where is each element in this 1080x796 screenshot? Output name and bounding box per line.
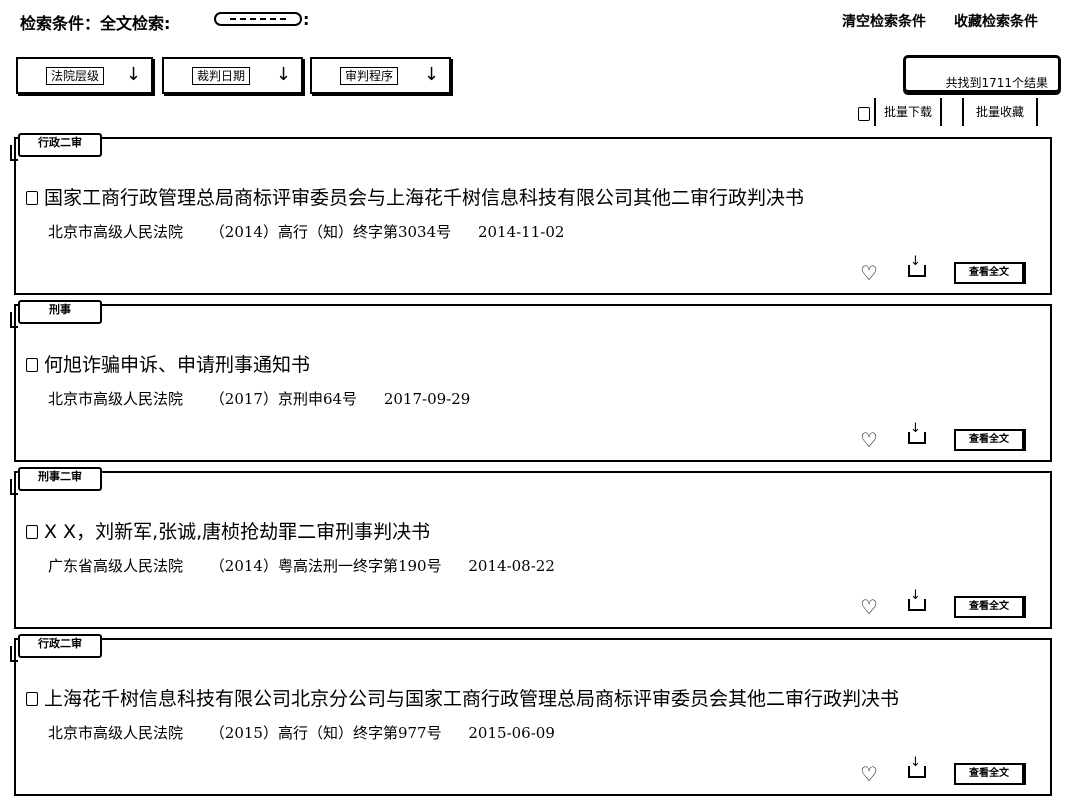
tag-tail <box>10 479 18 495</box>
case-number: （2015）高行（知）终字第977号 <box>209 724 442 742</box>
tag-tail <box>10 145 18 161</box>
judgment-date: 2014-08-22 <box>468 557 555 575</box>
result-count-box: 共找到1711个结果 <box>903 55 1061 93</box>
arrow-down-icon: ↓ <box>275 64 291 85</box>
download-icon[interactable] <box>908 255 926 277</box>
sort-trial-procedure-button[interactable]: 审判程序 ↓ <box>310 57 451 94</box>
view-full-text-button[interactable]: 查看全文 <box>954 596 1024 618</box>
sort-label: 裁判日期 <box>192 67 251 85</box>
result-title-link[interactable]: X X，刘新军,张诚,唐桢抢劫罪二审刑事判决书 <box>44 517 430 544</box>
result-count-text: 共找到1711个结果 <box>945 76 1048 90</box>
sort-court-level-button[interactable]: 法院层级 ↓ <box>16 57 153 94</box>
case-number: （2017）京刑申64号 <box>209 390 358 408</box>
court-name: 北京市高级人民法院 <box>48 223 184 241</box>
result-meta: 北京市高级人民法院 （2014）高行（知）终字第3034号 2014-11-02 <box>48 221 586 242</box>
sort-label: 法院层级 <box>46 67 105 85</box>
result-card: 行政二审 国家工商行政管理总局商标评审委员会与上海花千树信息科技有限公司其他二审… <box>10 133 1052 295</box>
court-name: 北京市高级人民法院 <box>48 390 184 408</box>
heart-icon[interactable]: ♡ <box>860 597 878 617</box>
select-all-checkbox[interactable] <box>858 107 870 121</box>
judgment-date: 2017-09-29 <box>383 390 471 408</box>
tag-tail <box>10 312 18 328</box>
sort-judgment-date-button[interactable]: 裁判日期 ↓ <box>162 57 303 94</box>
result-checkbox[interactable] <box>26 692 38 706</box>
result-meta: 北京市高级人民法院 （2017）京刑申64号 2017-09-29 <box>48 388 492 409</box>
result-checkbox[interactable] <box>26 358 38 372</box>
view-full-text-button[interactable]: 查看全文 <box>954 429 1024 451</box>
download-icon[interactable] <box>908 756 926 778</box>
heart-icon[interactable]: ♡ <box>860 263 878 283</box>
clear-conditions-link[interactable]: 清空检索条件 <box>842 11 926 31</box>
result-card: 刑事 何旭诈骗申诉、申请刑事通知书 北京市高级人民法院 （2017）京刑申64号… <box>10 300 1052 462</box>
batch-favorite-button[interactable]: 批量收藏 <box>962 98 1039 126</box>
arrow-down-icon: ↓ <box>423 64 439 85</box>
case-number: （2014）高行（知）终字第3034号 <box>209 223 452 241</box>
result-title-link[interactable]: 何旭诈骗申诉、申请刑事通知书 <box>44 350 310 377</box>
result-title-link[interactable]: 国家工商行政管理总局商标评审委员会与上海花千树信息科技有限公司其他二审行政判决书 <box>44 183 804 210</box>
court-name: 北京市高级人民法院 <box>48 724 184 742</box>
search-condition-label: 检索条件：全文检索: <box>20 14 171 33</box>
view-full-text-button[interactable]: 查看全文 <box>954 262 1024 284</box>
search-keyword-chip[interactable] <box>214 12 302 26</box>
download-icon[interactable] <box>908 589 926 611</box>
result-card: 行政二审 上海花千树信息科技有限公司北京分公司与国家工商行政管理总局商标评审委员… <box>10 634 1052 796</box>
arrow-down-icon: ↓ <box>125 64 141 85</box>
heart-icon[interactable]: ♡ <box>860 764 878 784</box>
tag-tail <box>10 646 18 662</box>
result-checkbox[interactable] <box>26 525 38 539</box>
heart-icon[interactable]: ♡ <box>860 430 878 450</box>
chip-separator: : <box>303 10 310 29</box>
case-type-tag: 行政二审 <box>18 634 102 658</box>
result-meta: 广东省高级人民法院 （2014）粤高法刑一终字第190号 2014-08-22 <box>48 555 577 576</box>
sort-label: 审判程序 <box>340 67 399 85</box>
result-meta: 北京市高级人民法院 （2015）高行（知）终字第977号 2015-06-09 <box>48 722 577 743</box>
view-full-text-button[interactable]: 查看全文 <box>954 763 1024 785</box>
judgment-date: 2015-06-09 <box>468 724 555 742</box>
case-type-tag: 刑事 <box>18 300 102 324</box>
result-title-link[interactable]: 上海花千树信息科技有限公司北京分公司与国家工商行政管理总局商标评审委员会其他二审… <box>44 684 899 711</box>
result-checkbox[interactable] <box>26 191 38 205</box>
save-conditions-link[interactable]: 收藏检索条件 <box>954 11 1038 31</box>
case-type-tag: 行政二审 <box>18 133 102 157</box>
case-type-tag: 刑事二审 <box>18 467 102 491</box>
case-number: （2014）粤高法刑一终字第190号 <box>209 557 442 575</box>
judgment-date: 2014-11-02 <box>477 223 565 241</box>
court-name: 广东省高级人民法院 <box>48 557 184 575</box>
result-card: 刑事二审 X X，刘新军,张诚,唐桢抢劫罪二审刑事判决书 广东省高级人民法院 （… <box>10 467 1052 629</box>
batch-download-button[interactable]: 批量下载 <box>874 98 943 126</box>
download-icon[interactable] <box>908 422 926 444</box>
